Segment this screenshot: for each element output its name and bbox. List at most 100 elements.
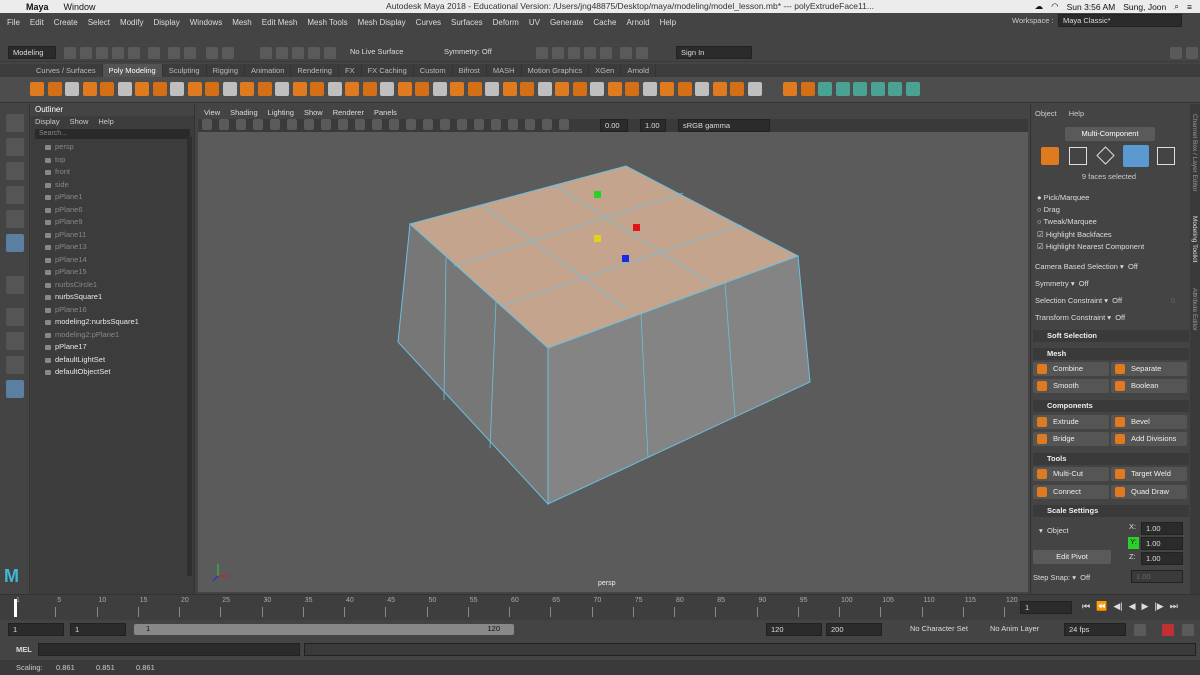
exposure-field[interactable]: 0.00 xyxy=(600,119,628,132)
soft-selection-section[interactable]: Soft Selection xyxy=(1033,330,1189,342)
edit-pivot-button[interactable]: Edit Pivot xyxy=(1033,550,1111,564)
mac-window-menu[interactable]: Window xyxy=(57,2,103,12)
extrude-icon[interactable] xyxy=(607,82,622,96)
separate-button[interactable]: Separate xyxy=(1111,362,1187,376)
cloud-icon[interactable]: ☁ xyxy=(1035,1,1044,12)
viewport-tool-icon[interactable] xyxy=(474,119,484,130)
search-icon[interactable]: ⌕ xyxy=(1174,1,1179,12)
playback-end-field[interactable]: 120 xyxy=(766,623,822,636)
append-icon[interactable] xyxy=(642,82,657,96)
outliner-item[interactable]: modeling2:pPlane1 xyxy=(31,329,194,342)
viewport-menu-shading[interactable]: Shading xyxy=(230,107,258,119)
smooth-icon[interactable] xyxy=(432,82,447,96)
menu-display[interactable]: Display xyxy=(149,18,185,27)
pick-mask-2-icon[interactable] xyxy=(222,47,234,59)
mel-label[interactable]: MEL xyxy=(16,645,32,654)
panel-toggle-2-icon[interactable] xyxy=(1186,47,1198,59)
pick-mask-icon[interactable] xyxy=(206,47,218,59)
blue-manip-handle[interactable] xyxy=(622,255,629,262)
reduce-icon[interactable] xyxy=(520,82,534,96)
mirror-icon[interactable] xyxy=(485,82,499,96)
outliner-item[interactable]: nurbsCircle1 xyxy=(31,279,194,292)
outliner-menu-help[interactable]: Help xyxy=(98,116,113,127)
yellow-manip-handle[interactable] xyxy=(594,235,601,242)
shelf-tab-rigging[interactable]: Rigging xyxy=(207,64,246,77)
current-frame-field[interactable]: 1 xyxy=(1020,601,1072,614)
camera-based-selection-row[interactable]: Camera Based Selection ▾ Off xyxy=(1035,262,1138,271)
step-back-key-icon[interactable]: ⏪ xyxy=(1096,601,1107,612)
shelf-tab-motion-graphics[interactable]: Motion Graphics xyxy=(522,64,590,77)
new-scene-icon[interactable] xyxy=(64,47,76,59)
snap-surface-icon[interactable] xyxy=(324,47,336,59)
tweak-marquee-radio[interactable]: ○ Tweak/Marquee xyxy=(1037,217,1097,226)
viewport-tool-icon[interactable] xyxy=(253,119,263,130)
viewport-tool-icon[interactable] xyxy=(457,119,467,130)
type-icon[interactable] xyxy=(380,82,394,96)
character-set-dropdown[interactable]: No Character Set xyxy=(906,623,978,636)
bevel-button[interactable]: Bevel xyxy=(1111,415,1187,429)
pyramid-icon[interactable] xyxy=(170,82,184,96)
live-surface-field[interactable]: No Live Surface xyxy=(346,46,436,59)
combine-icon[interactable] xyxy=(397,82,412,96)
step-forward-frame-icon[interactable]: |▶ xyxy=(1154,601,1163,612)
lasso-tool-icon[interactable] xyxy=(6,138,24,156)
outliner-menu-display[interactable]: Display xyxy=(35,116,60,127)
text-icon[interactable] xyxy=(327,82,342,96)
color-space-dropdown[interactable]: sRGB gamma xyxy=(678,119,770,132)
anim-prefs-icon[interactable] xyxy=(1182,624,1194,636)
shelf-tab-sculpting[interactable]: Sculpting xyxy=(163,64,207,77)
four-layout-icon[interactable] xyxy=(6,332,24,350)
menu-curves[interactable]: Curves xyxy=(411,18,446,27)
menu-deform[interactable]: Deform xyxy=(488,18,524,27)
scale-y-field[interactable]: 1.00 xyxy=(1141,537,1183,550)
quad-draw-button[interactable]: Quad Draw xyxy=(1111,485,1187,499)
cleanup-icon[interactable] xyxy=(537,82,552,96)
planar-icon[interactable] xyxy=(835,82,850,96)
shelf-tab-arnold[interactable]: Arnold xyxy=(621,64,657,77)
cylinder-icon[interactable] xyxy=(65,82,79,96)
symmetry-row[interactable]: Symmetry ▾ Off xyxy=(1035,279,1089,288)
cone-icon[interactable] xyxy=(82,82,97,96)
spherical-icon[interactable] xyxy=(870,82,885,96)
uv-mode-icon[interactable] xyxy=(1157,147,1175,165)
range-slider-bar[interactable]: 1 120 xyxy=(134,624,514,635)
outliner-search-input[interactable]: Search... xyxy=(35,129,190,139)
history-icon[interactable] xyxy=(536,47,548,59)
shelf-tab-bifrost[interactable]: Bifrost xyxy=(453,64,487,77)
scale-z-field[interactable]: 1.00 xyxy=(1141,552,1183,565)
menu-generate[interactable]: Generate xyxy=(545,18,588,27)
soccer-icon[interactable] xyxy=(257,82,272,96)
time-ruler[interactable]: 1 5 10 15 20 25 30 35 40 45 50 55 60 65 70 75 80 85 90 95 10… xyxy=(14,595,1018,619)
mt-tab-help[interactable]: Help xyxy=(1069,109,1084,118)
auto-key-icon[interactable] xyxy=(1162,624,1174,636)
mel-input[interactable] xyxy=(38,643,300,656)
save-scene-icon[interactable] xyxy=(96,47,108,59)
object-mode-icon[interactable] xyxy=(1041,147,1059,165)
outliner-item[interactable]: pPlane17 xyxy=(31,341,194,354)
outliner-item[interactable]: pPlane15 xyxy=(31,266,194,279)
ipr-render-icon[interactable] xyxy=(584,47,596,59)
separate-icon[interactable] xyxy=(415,82,429,96)
shelf-tab-fx[interactable]: FX xyxy=(339,64,362,77)
menu-arnold[interactable]: Arnold xyxy=(621,18,654,27)
shelf-tab-custom[interactable]: Custom xyxy=(414,64,453,77)
cube-icon[interactable] xyxy=(47,82,62,96)
mode-dropdown[interactable]: Modeling xyxy=(8,46,56,59)
green-manip-handle[interactable] xyxy=(594,191,601,198)
clock-text[interactable]: Sun 3:56 AM xyxy=(1067,2,1116,12)
collapse-icon[interactable] xyxy=(677,82,692,96)
select-tool-icon[interactable] xyxy=(6,114,24,132)
outliner-item[interactable]: pPlane14 xyxy=(31,254,194,267)
current-time-marker[interactable] xyxy=(14,599,17,617)
highlight-backfaces-checkbox[interactable]: ☑ Highlight Backfaces xyxy=(1037,230,1112,239)
outliner-menu-show[interactable]: Show xyxy=(70,116,89,127)
uv-editor-icon[interactable] xyxy=(800,82,815,96)
viewport-menu-renderer[interactable]: Renderer xyxy=(333,107,364,119)
mac-app-menu[interactable]: Maya xyxy=(20,2,57,12)
menu-surfaces[interactable]: Surfaces xyxy=(446,18,488,27)
outliner-scrollbar[interactable] xyxy=(187,136,192,576)
step-back-frame-icon[interactable]: ◀| xyxy=(1113,601,1122,612)
snap-curve-icon[interactable] xyxy=(276,47,288,59)
components-section[interactable]: Components xyxy=(1033,400,1189,412)
rotate-tool-icon[interactable] xyxy=(6,210,24,228)
